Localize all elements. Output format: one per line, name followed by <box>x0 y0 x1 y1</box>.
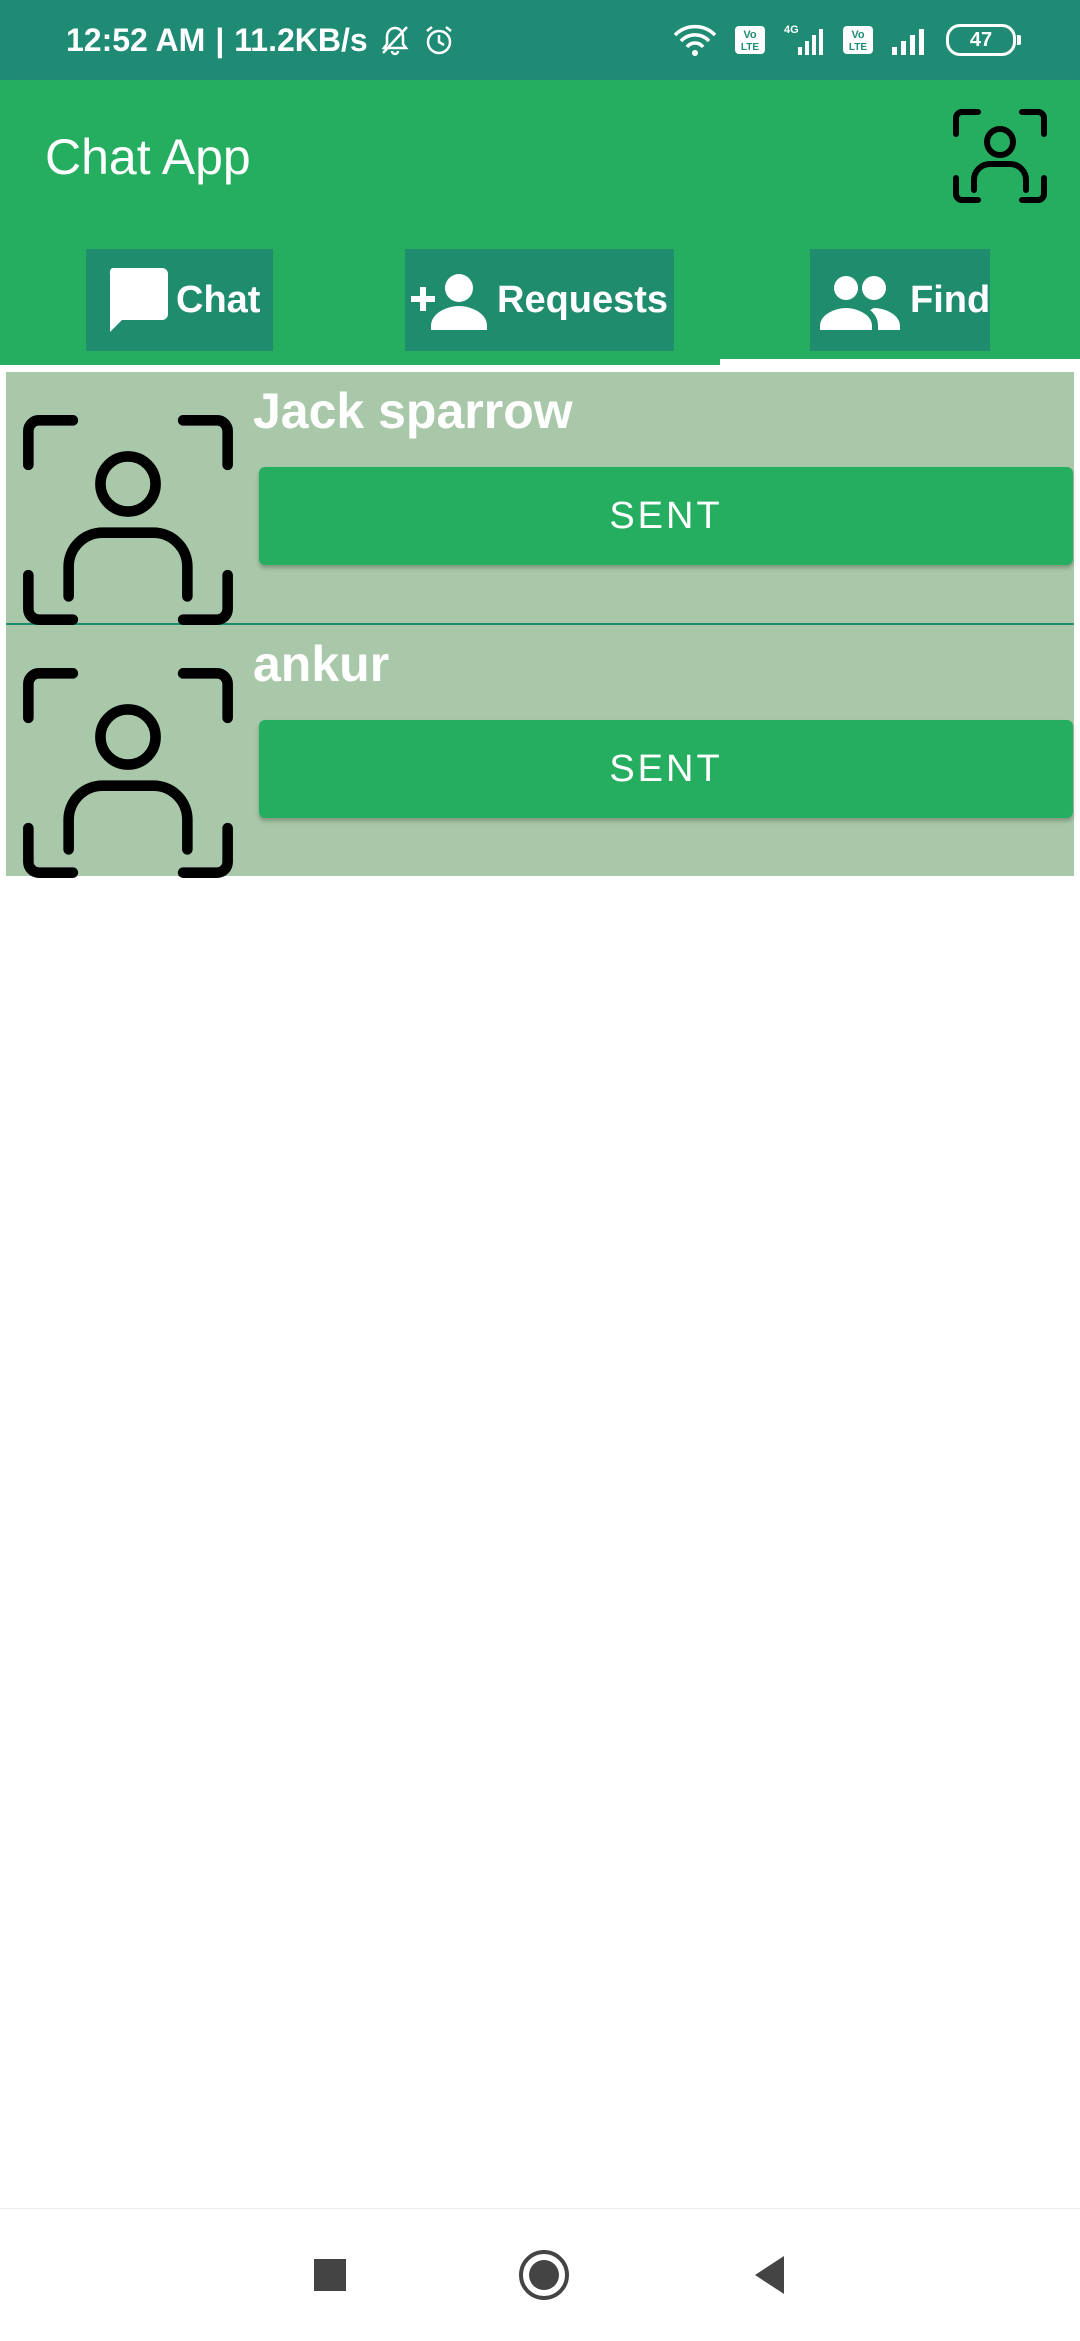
navigation-bar <box>0 2208 1080 2341</box>
volte-icon: Vo LTE <box>735 26 765 54</box>
svg-text:Vo: Vo <box>743 29 757 41</box>
status-right: Vo LTE 4G Vo LTE 47 <box>672 0 1021 80</box>
tab-requests[interactable]: Requests <box>405 249 674 351</box>
svg-text:LTE: LTE <box>741 42 759 53</box>
user-list: Jack sparrow SENT ankur SENT <box>6 372 1074 878</box>
app-title: Chat App <box>45 129 251 185</box>
chat-bubble-icon <box>109 268 168 332</box>
face-scan-icon[interactable] <box>950 106 1050 206</box>
sent-button[interactable]: SENT <box>259 720 1073 818</box>
tab-find-label: Find <box>910 278 990 321</box>
people-icon <box>820 276 900 330</box>
svg-text:4G: 4G <box>784 24 799 36</box>
add-person-icon <box>411 274 487 330</box>
tab-indicator <box>720 359 1080 365</box>
user-name: Jack sparrow <box>253 383 573 439</box>
tab-find[interactable]: Find <box>810 249 990 351</box>
network-speed: 11.2KB/s <box>234 21 368 58</box>
sent-button[interactable]: SENT <box>259 467 1073 565</box>
app-bar: Chat App <box>0 80 1080 235</box>
home-icon[interactable] <box>514 2245 574 2305</box>
alarm-icon <box>425 26 452 55</box>
tab-chat[interactable]: Chat <box>86 249 273 351</box>
status-bar: 12:52 AM | 11.2KB/s Vo LTE 4G Vo LTE 47 <box>0 0 1080 80</box>
list-item: Jack sparrow SENT <box>6 372 1074 625</box>
status-separator: | <box>215 21 225 58</box>
battery-level: 47 <box>969 28 993 51</box>
status-time: 12:52 AM <box>66 21 206 58</box>
svg-text:LTE: LTE <box>849 42 867 53</box>
svg-text:Vo: Vo <box>851 29 865 41</box>
status-left: 12:52 AM | 11.2KB/s <box>66 0 456 80</box>
4g-signal-icon: 4G <box>784 24 823 55</box>
volte-icon-2: Vo LTE <box>843 26 873 54</box>
recents-icon[interactable] <box>300 2245 360 2305</box>
face-scan-icon <box>23 415 233 625</box>
mute-bell-icon <box>381 26 409 56</box>
tab-chat-label: Chat <box>176 278 261 321</box>
user-name: ankur <box>253 636 390 692</box>
back-icon[interactable] <box>740 2245 800 2305</box>
tab-requests-label: Requests <box>497 278 669 321</box>
wifi-icon <box>673 24 717 56</box>
face-scan-icon <box>23 668 233 878</box>
tab-bar: Chat Requests Find <box>0 235 1080 365</box>
list-item: ankur SENT <box>6 625 1074 878</box>
signal-icon <box>892 29 924 55</box>
battery-icon: 47 <box>946 24 1021 56</box>
